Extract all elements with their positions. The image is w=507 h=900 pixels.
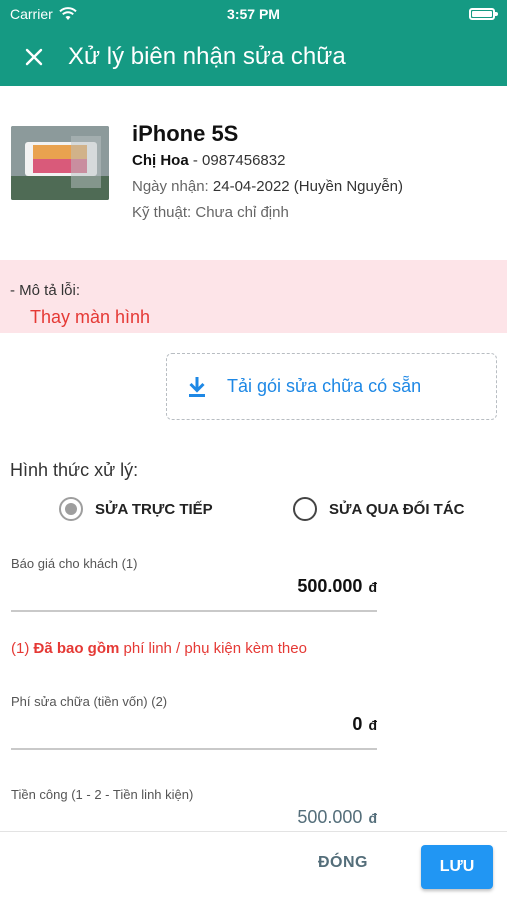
radio-partner-repair[interactable]: SỬA QUA ĐỐI TÁC [293, 496, 465, 522]
quote-field[interactable]: Báo giá cho khách (1) 500.000 đ [11, 556, 377, 612]
tech-value: Chưa chỉ định [195, 204, 289, 221]
fault-label: - Mô tả lỗi: [10, 282, 81, 299]
close-dialog-button[interactable]: ĐÓNG [318, 854, 368, 872]
device-photo[interactable] [11, 126, 109, 200]
repair-cost-amount: 0 [352, 714, 363, 734]
quote-value[interactable]: 500.000 đ [297, 576, 377, 597]
labor-value: 500.000 đ [297, 807, 377, 828]
fault-value: Thay màn hình [30, 307, 151, 327]
load-package-label: Tải gói sửa chữa có sẵn [227, 376, 422, 396]
phone-image-icon [11, 126, 109, 200]
load-repair-package-button[interactable]: Tải gói sửa chữa có sẵn [166, 353, 497, 420]
repair-cost-underline [11, 748, 377, 750]
customer-phone[interactable]: 0987456832 [202, 152, 285, 169]
quote-underline [11, 610, 377, 612]
repair-cost-label: Phí sửa chữa (tiền vốn) (2) [11, 694, 168, 709]
note-rest: phí linh / phụ kiện kèm theo [119, 640, 307, 657]
quote-note: (1) Đã bao gồm phí linh / phụ kiện kèm t… [11, 640, 307, 657]
received-value: 24-04-2022 (Huyền Nguyễn) [212, 178, 404, 195]
download-icon-wrap [167, 376, 227, 398]
customer-line: Chị Hoa - 0987456832 [132, 148, 492, 174]
radio-direct-repair[interactable]: SỬA TRỰC TIẾP [59, 496, 213, 522]
labor-amount: 500.000 [297, 807, 363, 827]
customer-name: Chị Hoa [132, 152, 189, 169]
bottom-action-bar: ĐÓNG LƯU [0, 831, 507, 900]
method-label: Hình thức xử lý: [10, 460, 139, 480]
device-name: iPhone 5S [132, 121, 239, 146]
status-bar: Carrier 3:57 PM [0, 0, 507, 28]
note-bold: Đã bao gồm [33, 640, 120, 657]
received-line: Ngày nhận: 24-04-2022 (Huyền Nguyễn) [132, 174, 492, 200]
tech-line: Kỹ thuật: Chưa chỉ định [132, 200, 492, 226]
quote-amount: 500.000 [297, 576, 363, 596]
repair-cost-field[interactable]: Phí sửa chữa (tiền vốn) (2) 0đ [11, 694, 377, 750]
fault-section: - Mô tả lỗi: Thay màn hình [0, 260, 507, 333]
received-label: Ngày nhận: [132, 178, 209, 195]
save-button[interactable]: LƯU [421, 845, 493, 889]
device-info: iPhone 5S Chị Hoa - 0987456832 Ngày nhận… [132, 120, 492, 226]
page-title: Xử lý biên nhận sửa chữa [68, 43, 346, 70]
repair-cost-value[interactable]: 0đ [352, 714, 377, 735]
quote-currency: đ [368, 579, 377, 595]
labor-label: Tiền công (1 - 2 - Tiền linh kiện) [11, 787, 194, 802]
note-prefix: (1) [11, 640, 34, 657]
download-icon [189, 376, 205, 397]
customer-separator: - [188, 152, 203, 169]
quote-label: Báo giá cho khách (1) [11, 556, 138, 571]
close-icon [25, 48, 43, 66]
close-button[interactable] [0, 48, 68, 66]
repair-cost-currency: đ [368, 717, 377, 733]
radio-selected-icon [59, 497, 83, 521]
tech-label: Kỹ thuật: [132, 204, 192, 221]
radio-direct-repair-label: SỬA TRỰC TIẾP [95, 500, 213, 518]
battery-icon [469, 8, 498, 20]
top-bar: Carrier 3:57 PM Xử lý biên nhận sửa chữa [0, 0, 507, 86]
device-card: iPhone 5S Chị Hoa - 0987456832 Ngày nhận… [0, 86, 507, 260]
labor-currency: đ [368, 810, 377, 826]
labor-field[interactable]: Tiền công (1 - 2 - Tiền linh kiện) 500.0… [11, 787, 377, 831]
status-time: 3:57 PM [227, 6, 280, 22]
app-bar: Xử lý biên nhận sửa chữa [0, 28, 507, 86]
radio-unselected-icon [293, 497, 317, 521]
radio-partner-repair-label: SỬA QUA ĐỐI TÁC [329, 500, 465, 518]
